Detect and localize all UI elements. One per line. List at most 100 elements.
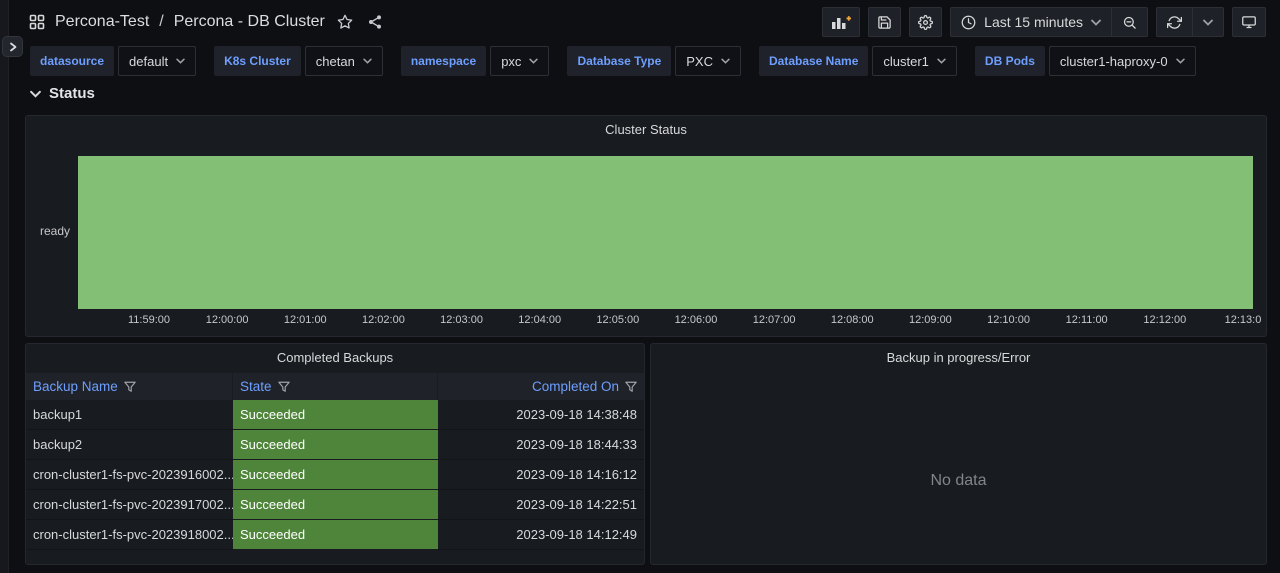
refresh-interval-dropdown[interactable] (1193, 8, 1223, 36)
variable-value: cluster1-haproxy-0 (1060, 54, 1168, 69)
dashboard-title[interactable]: Percona - DB Cluster (174, 13, 325, 31)
chevron-down-icon (363, 58, 372, 64)
cell-state-badge: Succeeded (233, 460, 438, 490)
no-data-message: No data (651, 472, 1266, 490)
zoom-out-icon (1122, 15, 1137, 30)
column-header-backup-name[interactable]: Backup Name (26, 373, 233, 400)
time-axis-tick: 12:01:00 (277, 314, 333, 326)
time-axis: 11:59:00 12:00:00 12:01:00 12:02:00 12:0… (121, 314, 1271, 326)
time-axis-tick: 12:12:00 (1137, 314, 1193, 326)
cell-backup-name: cron-cluster1-fs-pvc-2023917002... (26, 490, 233, 519)
variable-value-dropdown[interactable]: cluster1 (872, 46, 957, 76)
time-axis-tick: 12:02:00 (355, 314, 411, 326)
add-panel-icon (831, 14, 851, 30)
settings-gear-icon (918, 15, 933, 30)
panel-cluster-status: Cluster Status ready 11:59:00 12:00:00 1… (25, 115, 1267, 337)
cell-completed-on: 2023-09-18 18:44:33 (438, 430, 644, 459)
panel-backup-in-progress: Backup in progress/Error No data (650, 343, 1267, 565)
save-icon (877, 15, 892, 30)
variable-label: Database Type (567, 46, 671, 76)
chevron-down-icon (1176, 58, 1185, 64)
cell-state-badge: Succeeded (233, 400, 438, 430)
variable-label: DB Pods (975, 46, 1045, 76)
variable-value: cluster1 (883, 54, 929, 69)
share-icon (367, 14, 383, 30)
variable-value-dropdown[interactable]: pxc (490, 46, 549, 76)
chevron-down-icon (176, 58, 185, 64)
variable-group: Database Type PXC (567, 46, 741, 76)
cell-backup-name: backup1 (26, 400, 233, 429)
variable-label: datasource (30, 46, 114, 76)
variable-value-dropdown[interactable]: default (118, 46, 196, 76)
variable-group: DB Pods cluster1-haproxy-0 (975, 46, 1196, 76)
table-header: Backup Name State Completed On (26, 373, 644, 400)
filter-funnel-icon[interactable] (124, 381, 136, 393)
time-axis-tick: 12:09:00 (902, 314, 958, 326)
cell-completed-on: 2023-09-18 14:16:12 (438, 460, 644, 489)
chevron-down-icon (529, 58, 538, 64)
sidebar-strip (0, 0, 9, 573)
cell-completed-on: 2023-09-18 14:38:48 (438, 400, 644, 429)
save-dashboard-button[interactable] (868, 7, 901, 37)
add-panel-button[interactable] (822, 7, 860, 37)
zoom-out-time-button[interactable] (1112, 8, 1147, 36)
panel-title[interactable]: Cluster Status (26, 116, 1266, 142)
time-picker-group: Last 15 minutes (950, 7, 1148, 37)
time-axis-tick: 12:11:00 (1059, 314, 1115, 326)
share-button[interactable] (365, 12, 385, 32)
chevron-down-icon (1091, 19, 1101, 26)
variable-group: Database Name cluster1 (759, 46, 957, 76)
section-title: Status (49, 85, 95, 102)
dashboard-settings-button[interactable] (909, 7, 942, 37)
cell-completed-on: 2023-09-18 14:22:51 (438, 490, 644, 519)
timeline-state-label: ready (40, 224, 70, 238)
cell-backup-name: cron-cluster1-fs-pvc-2023918002... (26, 520, 233, 549)
folder-name[interactable]: Percona-Test (55, 13, 149, 31)
panel-title[interactable]: Backup in progress/Error (651, 344, 1266, 370)
sidebar-expand-button[interactable] (2, 36, 23, 57)
time-axis-tick: 12:07:00 (746, 314, 802, 326)
cell-state-badge: Succeeded (233, 430, 438, 460)
filter-funnel-icon[interactable] (278, 381, 290, 393)
chevron-down-icon (1203, 19, 1213, 26)
timeline-state-bar-ready (78, 156, 1253, 309)
cell-backup-name: backup2 (26, 430, 233, 459)
table-row: backup2 Succeeded 2023-09-18 18:44:33 (26, 430, 644, 460)
variable-label: Database Name (759, 46, 868, 76)
variable-group: K8s Cluster chetan (214, 46, 383, 76)
refresh-button[interactable] (1157, 8, 1192, 36)
variable-value-dropdown[interactable]: chetan (305, 46, 383, 76)
cell-completed-on: 2023-09-18 14:12:49 (438, 520, 644, 549)
refresh-group (1156, 7, 1224, 37)
breadcrumb: Percona-Test / Percona - DB Cluster (29, 12, 385, 32)
cycle-view-mode-button[interactable] (1232, 7, 1266, 37)
star-icon (337, 14, 353, 30)
table-row: cron-cluster1-fs-pvc-2023917002... Succe… (26, 490, 644, 520)
column-header-completed-on[interactable]: Completed On (438, 373, 644, 400)
chevron-down-icon (30, 90, 41, 98)
cell-state-badge: Succeeded (233, 490, 438, 520)
favorite-star-button[interactable] (335, 12, 355, 32)
time-axis-tick: 12:03:00 (434, 314, 490, 326)
monitor-icon (1241, 15, 1257, 30)
variable-value: PXC (686, 54, 713, 69)
time-axis-tick: 12:08:00 (824, 314, 880, 326)
refresh-icon (1167, 15, 1182, 30)
table-row: backup1 Succeeded 2023-09-18 14:38:48 (26, 400, 644, 430)
time-range-picker[interactable]: Last 15 minutes (951, 8, 1111, 36)
variable-value-dropdown[interactable]: cluster1-haproxy-0 (1049, 46, 1196, 76)
panel-title[interactable]: Completed Backups (26, 344, 644, 370)
clock-icon (961, 15, 976, 30)
column-label: Backup Name (33, 379, 118, 394)
filter-funnel-icon[interactable] (625, 381, 637, 393)
time-axis-tick: 12:10:00 (981, 314, 1037, 326)
row-toggle-status[interactable]: Status (30, 85, 95, 102)
time-axis-tick: 12:04:00 (512, 314, 568, 326)
time-axis-tick: 12:05:00 (590, 314, 646, 326)
time-axis-tick: 12:06:00 (668, 314, 724, 326)
variable-group: datasource default (30, 46, 196, 76)
variable-value: chetan (316, 54, 355, 69)
variable-value: pxc (501, 54, 521, 69)
column-header-state[interactable]: State (233, 373, 438, 400)
variable-value-dropdown[interactable]: PXC (675, 46, 741, 76)
